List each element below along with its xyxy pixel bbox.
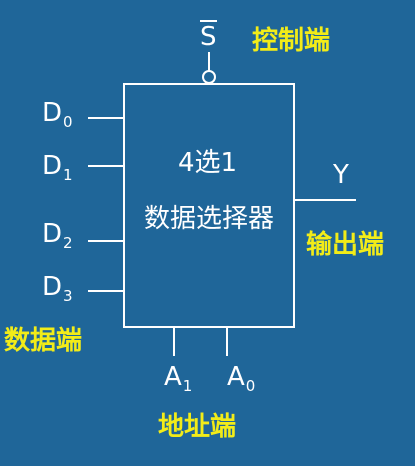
strobe-label-text: S xyxy=(200,20,217,52)
inversion-bubble xyxy=(202,70,216,84)
mux-diagram: S 控制端 4选1 数据选择器 D0 D1 D2 D3 数据端 Y 输出端 A1… xyxy=(0,0,415,466)
input-label-d2: D2 xyxy=(42,219,73,252)
block-title-line2: 数据选择器 xyxy=(143,204,274,234)
input-label-d1: D1 xyxy=(42,151,73,184)
input-label-d3: D3 xyxy=(42,272,73,305)
address-label-a1: A1 xyxy=(164,362,193,395)
control-caption: 控制端 xyxy=(252,26,331,56)
output-label: Y xyxy=(333,160,349,190)
input-label-d0: D0 xyxy=(42,98,73,131)
block-title-line1: 4选1 xyxy=(177,148,238,178)
output-caption: 输出端 xyxy=(306,230,385,260)
address-caption: 地址端 xyxy=(158,412,237,442)
data-inputs-caption: 数据端 xyxy=(4,326,83,356)
address-label-a0: A0 xyxy=(227,362,256,395)
strobe-label: S xyxy=(200,20,217,50)
